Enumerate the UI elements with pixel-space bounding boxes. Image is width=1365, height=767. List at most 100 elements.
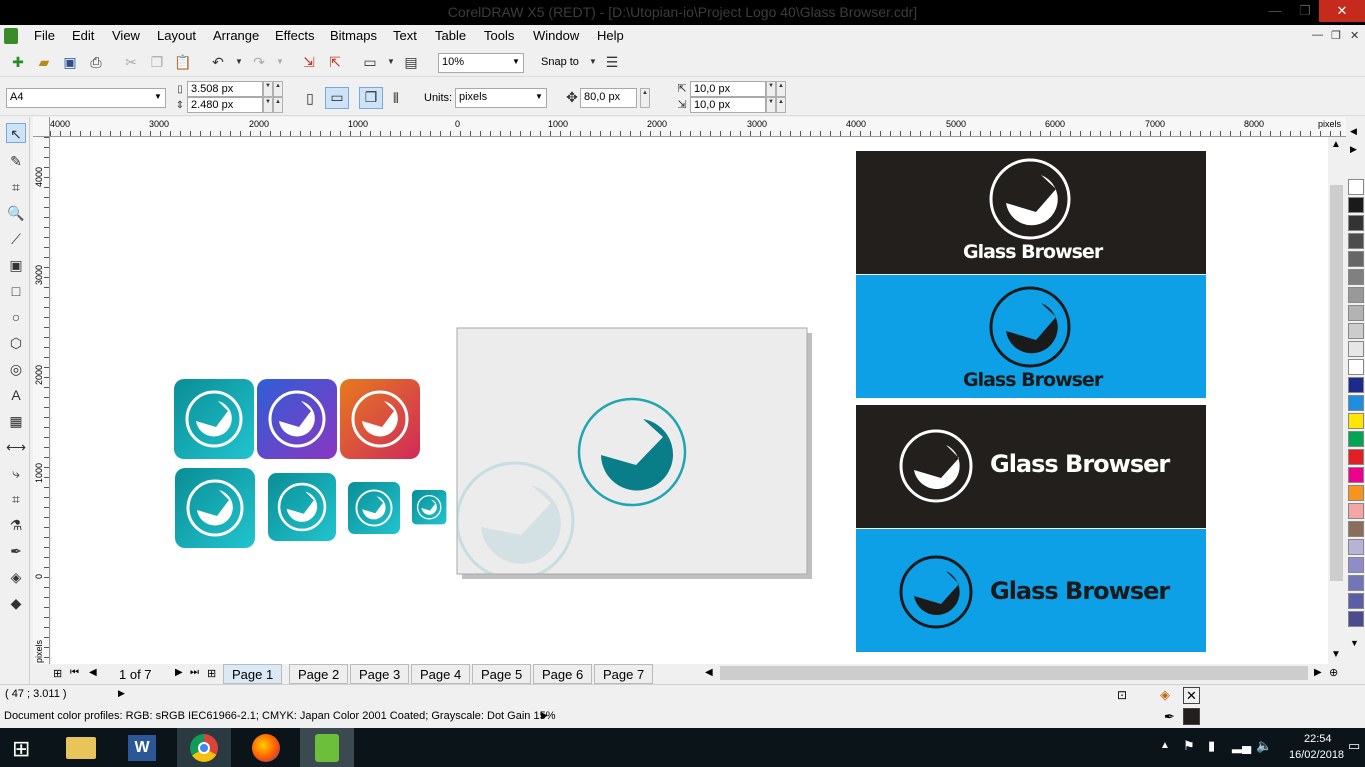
palette-swatch[interactable]	[1348, 575, 1364, 591]
ruler-origin[interactable]	[33, 117, 50, 137]
crop-tool-icon[interactable]: ⌗	[6, 177, 26, 197]
table-tool-icon[interactable]: ▦	[6, 411, 26, 431]
duplicate-y-field[interactable]: 10,0 px	[690, 97, 766, 113]
scroll-left-icon[interactable]: ◀	[705, 667, 713, 678]
basic-shapes-tool-icon[interactable]: ◎	[6, 359, 26, 379]
notifications-icon[interactable]: ▭	[1348, 738, 1360, 754]
palette-swatch[interactable]	[1348, 305, 1364, 321]
menu-window[interactable]: Window	[533, 28, 579, 43]
open-folder-icon[interactable]: ▰	[35, 53, 53, 71]
current-page-icon[interactable]: ⫴	[387, 89, 405, 107]
last-page-icon[interactable]: ⏭	[190, 667, 199, 678]
width-spin-up-icon[interactable]: ▲	[273, 81, 283, 97]
menu-file[interactable]: File	[34, 28, 55, 43]
color-profiles-text[interactable]: Document color profiles: RGB: sRGB IEC61…	[4, 710, 555, 722]
scroll-up-icon[interactable]: ▲	[1331, 139, 1341, 150]
palette-flyout-icon[interactable]: ▶	[1350, 144, 1357, 155]
menu-table[interactable]: Table	[435, 28, 466, 43]
chrome-icon[interactable]	[177, 728, 231, 767]
undo-icon[interactable]: ↶	[209, 53, 227, 71]
vertical-scroll-thumb[interactable]	[1330, 185, 1343, 581]
prev-page-icon[interactable]: ◀	[89, 667, 97, 678]
height-spin-up-icon[interactable]: ▲	[273, 97, 283, 113]
no-fill-swatch-icon[interactable]: ✕	[1183, 687, 1200, 704]
tab-page-6[interactable]: Page 6	[533, 664, 593, 684]
palette-swatch[interactable]	[1348, 359, 1364, 375]
palette-swatch[interactable]	[1348, 179, 1364, 195]
file-explorer-icon[interactable]	[54, 728, 108, 767]
palette-swatch[interactable]	[1348, 233, 1364, 249]
cut-icon[interactable]: ✂	[122, 53, 140, 71]
add-page-after-icon[interactable]: ⊞	[207, 667, 216, 680]
all-pages-icon[interactable]: ❐	[359, 87, 383, 109]
profiles-expand-icon[interactable]: ▶	[541, 710, 548, 721]
dupy-spin-up-icon[interactable]: ▲	[776, 97, 786, 113]
landscape-icon[interactable]: ▭	[325, 87, 349, 109]
zoom-tool-icon[interactable]: 🔍	[6, 203, 26, 223]
add-page-before-icon[interactable]: ⊞	[53, 667, 62, 680]
palette-swatch[interactable]	[1348, 539, 1364, 555]
save-icon[interactable]: ▣	[61, 53, 79, 71]
redo-dropdown-icon[interactable]: ▼	[271, 53, 289, 71]
palette-scroll-down-icon[interactable]: ▼	[1350, 638, 1359, 648]
signal-icon[interactable]: ▂▄	[1232, 738, 1251, 754]
text-tool-icon[interactable]: A	[6, 385, 26, 405]
connector-tool-icon[interactable]: ⤷	[6, 463, 26, 483]
dupy-spin-icon[interactable]: ▼	[766, 97, 776, 113]
palette-swatch[interactable]	[1348, 593, 1364, 609]
tab-page-4[interactable]: Page 4	[411, 664, 471, 684]
rectangle-tool-icon[interactable]: □	[6, 281, 26, 301]
word-icon[interactable]: W	[115, 728, 169, 767]
outline-tool-icon[interactable]: ✒	[6, 541, 26, 561]
page-width-field[interactable]: 3.508 px	[187, 81, 263, 97]
menu-arrange[interactable]: Arrange	[213, 28, 259, 43]
palette-swatch[interactable]	[1348, 485, 1364, 501]
show-hidden-icons-icon[interactable]: ▲	[1160, 740, 1170, 751]
ellipse-tool-icon[interactable]: ○	[6, 307, 26, 327]
tab-page-5[interactable]: Page 5	[472, 664, 532, 684]
page-size-select[interactable]: A4 ▼	[6, 88, 166, 108]
palette-swatch[interactable]	[1348, 557, 1364, 573]
vertical-scrollbar[interactable]: ▲ ▼	[1328, 137, 1345, 664]
first-page-icon[interactable]: ⏮	[70, 667, 79, 678]
maximize-icon[interactable]: ❐	[1290, 0, 1320, 22]
tab-page-1[interactable]: Page 1	[223, 664, 283, 684]
zoom-select[interactable]: 10% ▼	[438, 53, 524, 73]
scroll-down-icon[interactable]: ▼	[1331, 649, 1341, 660]
pick-tool-icon[interactable]: ↖	[6, 123, 26, 143]
menu-help[interactable]: Help	[597, 28, 624, 43]
copy-icon[interactable]: ❐	[148, 53, 166, 71]
palette-scroll-left-icon[interactable]: ◀	[1350, 126, 1357, 137]
palette-swatch[interactable]	[1348, 323, 1364, 339]
smart-fill-tool-icon[interactable]: ▣	[6, 255, 26, 275]
palette-swatch[interactable]	[1348, 467, 1364, 483]
duplicate-x-field[interactable]: 10,0 px	[690, 81, 766, 97]
outline-color-swatch[interactable]	[1183, 708, 1200, 725]
horizontal-scrollbar[interactable]: ◀ ▶ ⊕	[705, 664, 1345, 684]
doc-minimize-icon[interactable]: —	[1312, 29, 1323, 41]
navigator-zoom-icon[interactable]: ⊕	[1329, 666, 1338, 679]
horizontal-ruler[interactable]: 4000 3000 2000 1000 0 1000 2000 3000 400…	[50, 117, 1346, 137]
volume-icon[interactable]: 🔈	[1256, 738, 1272, 754]
minimize-icon[interactable]: —	[1260, 0, 1290, 22]
coreldraw-icon[interactable]	[300, 728, 354, 767]
palette-swatch[interactable]	[1348, 521, 1364, 537]
nudge-field[interactable]: 80,0 px	[580, 88, 637, 108]
dupx-spin-icon[interactable]: ▼	[766, 81, 776, 97]
drawing-canvas[interactable]: Glass Browser Glass Browser Glass Browse…	[51, 137, 1328, 664]
firefox-icon[interactable]	[239, 728, 293, 767]
menu-view[interactable]: View	[112, 28, 140, 43]
scroll-right-icon[interactable]: ▶	[1314, 667, 1322, 678]
object-info-icon[interactable]: ⊡	[1117, 688, 1127, 702]
export-icon[interactable]: ⇱	[326, 53, 344, 71]
menu-effects[interactable]: Effects	[275, 28, 315, 43]
fill-indicator-icon[interactable]: ◈	[1160, 687, 1170, 703]
launcher-dropdown-icon[interactable]: ▼	[382, 53, 400, 71]
dupx-spin-up-icon[interactable]: ▲	[776, 81, 786, 97]
fill-tool-icon[interactable]: ◈	[6, 567, 26, 587]
battery-icon[interactable]: ▮	[1208, 738, 1215, 754]
interactive-fill-tool-icon[interactable]: ◆	[6, 593, 26, 613]
palette-swatch[interactable]	[1348, 449, 1364, 465]
menu-layout[interactable]: Layout	[157, 28, 196, 43]
palette-swatch[interactable]	[1348, 611, 1364, 627]
